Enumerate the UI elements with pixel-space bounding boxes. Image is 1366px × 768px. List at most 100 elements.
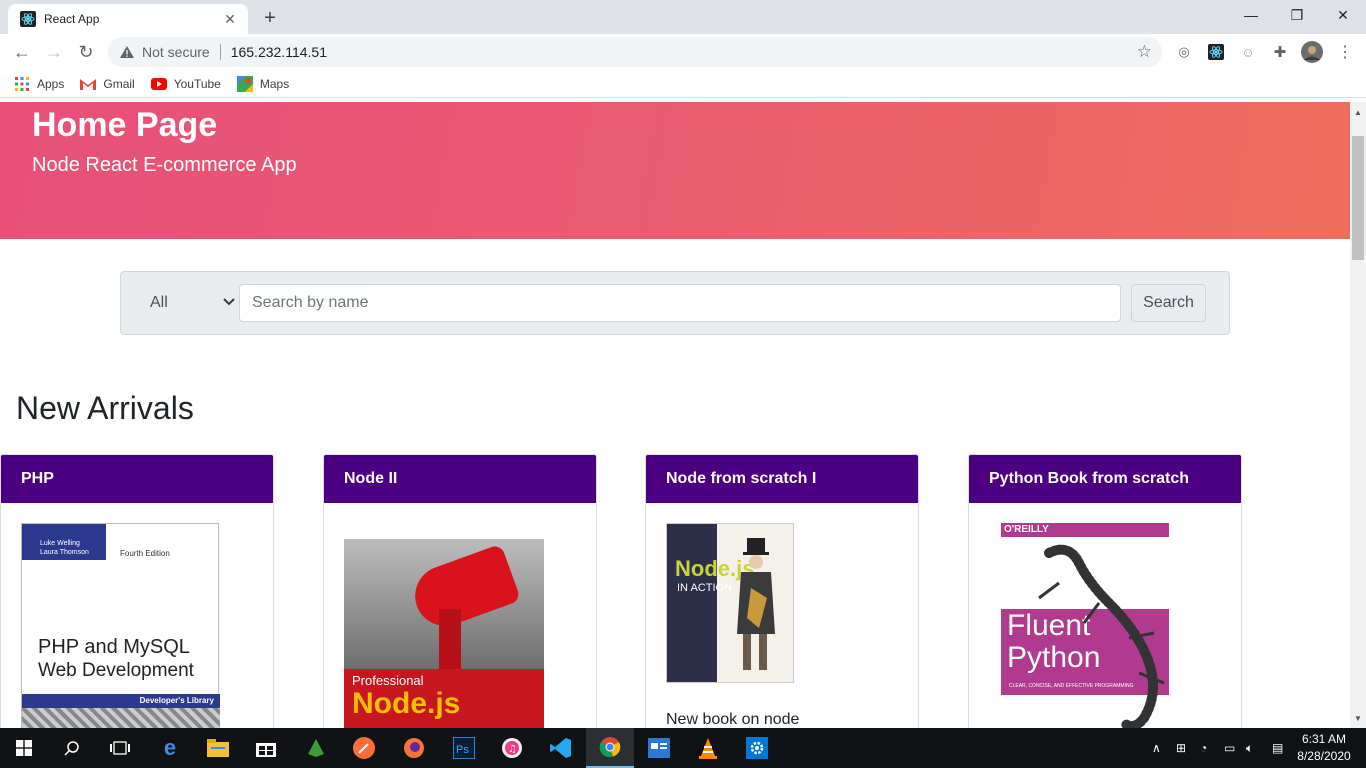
book-cover: O'REILLY Fluent Python CLEAR, CONCISE, A…	[989, 523, 1189, 728]
warning-icon[interactable]	[118, 43, 136, 61]
tab-title: React App	[44, 12, 100, 26]
menu-icon[interactable]: ⋮	[1334, 41, 1356, 63]
section-title: New Arrivals	[16, 390, 194, 426]
chevron-up-icon[interactable]: ∧	[1152, 728, 1161, 768]
category-select[interactable]: All	[133, 284, 241, 322]
browser-toolbar: ← → ↻ Not secure 165.232.114.51 ☆ ◎ ☺ ✚ …	[0, 34, 1366, 70]
photoshop-icon[interactable]: Ps	[440, 728, 488, 768]
product-name[interactable]: Node from scratch I	[646, 455, 918, 503]
bookmark-label: Apps	[37, 76, 65, 91]
gmail-icon	[80, 76, 97, 92]
extension-icon[interactable]: ◎	[1173, 41, 1195, 63]
lizard-illustration	[1038, 544, 1165, 728]
app-window-icon[interactable]	[635, 728, 683, 768]
taskbar: e Ps ♫ ∧ ⊞ ◔ ▭ 🔈︎ 6:31 AM 8/28/2020 ▤	[0, 728, 1366, 768]
wifi-icon[interactable]: ◔	[1200, 728, 1207, 768]
windows-start-icon[interactable]	[0, 728, 48, 768]
firefox-icon[interactable]	[390, 728, 438, 768]
search-icon[interactable]	[48, 728, 96, 768]
app-green-icon[interactable]	[292, 728, 340, 768]
url-text[interactable]: 165.232.114.51	[231, 44, 327, 60]
svg-text:♫: ♫	[508, 744, 517, 755]
redux-icon[interactable]: ☺	[1237, 41, 1259, 63]
bookmark-label: YouTube	[173, 76, 221, 91]
cover-title-line2: IN ACTION	[677, 582, 733, 594]
bookmark-maps[interactable]: Maps	[236, 75, 290, 92]
hero-banner: Home Page Node React E-commerce App	[0, 102, 1350, 239]
battery-icon[interactable]: ▭	[1224, 728, 1235, 768]
bookmark-apps[interactable]: Apps	[14, 76, 64, 92]
puzzle-icon[interactable]: ✚	[1269, 41, 1291, 63]
forward-icon[interactable]: →	[40, 38, 68, 66]
book-cover: Node.js IN ACTION	[666, 523, 794, 683]
notification-icon[interactable]: ▤	[1272, 728, 1283, 768]
bookmark-youtube[interactable]: YouTube	[150, 76, 221, 92]
youtube-icon	[150, 76, 167, 92]
taskbar-clock[interactable]: 6:31 AM 8/28/2020	[1294, 731, 1354, 765]
bookmark-label: Gmail	[103, 76, 135, 91]
omnibox-divider	[219, 44, 221, 60]
product-image[interactable]: Node.js IN ACTION	[666, 523, 794, 683]
category-select-value: All	[150, 294, 168, 311]
reload-icon[interactable]: ↻	[72, 38, 100, 66]
file-explorer-icon[interactable]	[194, 728, 242, 768]
product-card[interactable]: Python Book from scratch O'REILLY Fluent…	[968, 454, 1242, 728]
avatar[interactable]	[1301, 41, 1323, 63]
scroll-up-icon[interactable]: ▲	[1350, 104, 1366, 120]
back-icon[interactable]: ←	[8, 38, 36, 66]
close-tab-icon[interactable]: ✕	[222, 11, 238, 27]
cover-strip	[344, 523, 544, 539]
cover-figure	[737, 538, 775, 670]
product-image[interactable]: Luke Welling Laura Thomson Fourth Editio…	[21, 523, 220, 728]
cover-edition: Fourth Edition	[120, 549, 170, 558]
product-card[interactable]: Node from scratch I Node.js IN ACTION Ne…	[645, 454, 919, 728]
product-name[interactable]: Node II	[324, 455, 596, 503]
bookmark-gmail[interactable]: Gmail	[80, 76, 135, 92]
clock-time: 6:31 AM	[1301, 732, 1347, 746]
browser-tab-strip: React App ✕ + — ❐ ✕	[0, 0, 1366, 34]
product-card[interactable]: Node II Professional Node.js	[323, 454, 597, 728]
search-button[interactable]: Search	[1131, 284, 1206, 322]
minimize-button[interactable]: —	[1228, 0, 1274, 30]
bookmark-label: Maps	[259, 76, 290, 91]
cover-series: Developer's Library	[22, 694, 220, 708]
product-name[interactable]: Python Book from scratch	[969, 455, 1241, 503]
cover-title-line2: Node.js	[352, 687, 461, 720]
product-name[interactable]: PHP	[1, 455, 273, 503]
product-image[interactable]: Professional Node.js	[344, 523, 544, 728]
react-icon	[20, 11, 36, 27]
cover-title-line1: Professional	[352, 673, 424, 688]
page-viewport: Home Page Node React E-commerce App All …	[0, 102, 1350, 728]
cover-art	[22, 708, 220, 728]
cover-title-line2: Web Development	[38, 660, 194, 681]
vscode-icon[interactable]	[537, 728, 585, 768]
page-scrollbar[interactable]: ▲ ▼	[1350, 102, 1366, 728]
product-image[interactable]: O'REILLY Fluent Python CLEAR, CONCISE, A…	[989, 523, 1189, 728]
scrollbar-thumb[interactable]	[1352, 136, 1364, 260]
restore-button[interactable]: ❐	[1274, 0, 1320, 30]
search-input[interactable]	[239, 284, 1121, 322]
postman-icon[interactable]	[340, 728, 388, 768]
store-icon[interactable]	[242, 728, 290, 768]
clock-date: 8/28/2020	[1297, 749, 1351, 763]
settings-gear-icon[interactable]	[733, 728, 781, 768]
scroll-down-icon[interactable]: ▼	[1350, 710, 1366, 726]
browser-tab[interactable]: React App ✕	[8, 4, 248, 34]
react-devtools-icon[interactable]	[1205, 41, 1227, 63]
product-description: New book on node	[666, 711, 800, 728]
network-icon[interactable]: ⊞	[1176, 728, 1186, 768]
page-title: Home Page	[32, 106, 218, 144]
chevron-down-icon	[223, 295, 235, 309]
bookmark-star-icon[interactable]: ☆	[1137, 42, 1152, 62]
edge-icon[interactable]: e	[146, 728, 194, 768]
chrome-icon[interactable]	[586, 728, 634, 768]
security-label[interactable]: Not secure	[142, 44, 210, 60]
vlc-icon[interactable]	[684, 728, 732, 768]
task-view-icon[interactable]	[96, 728, 144, 768]
itunes-icon[interactable]: ♫	[488, 728, 536, 768]
product-card[interactable]: PHP Luke Welling Laura Thomson Fourth Ed…	[0, 454, 274, 728]
close-window-button[interactable]: ✕	[1320, 0, 1366, 30]
volume-icon[interactable]: 🔈︎	[1246, 728, 1253, 768]
new-tab-button[interactable]: +	[258, 6, 282, 30]
address-bar[interactable]: Not secure 165.232.114.51 ☆	[108, 37, 1162, 67]
